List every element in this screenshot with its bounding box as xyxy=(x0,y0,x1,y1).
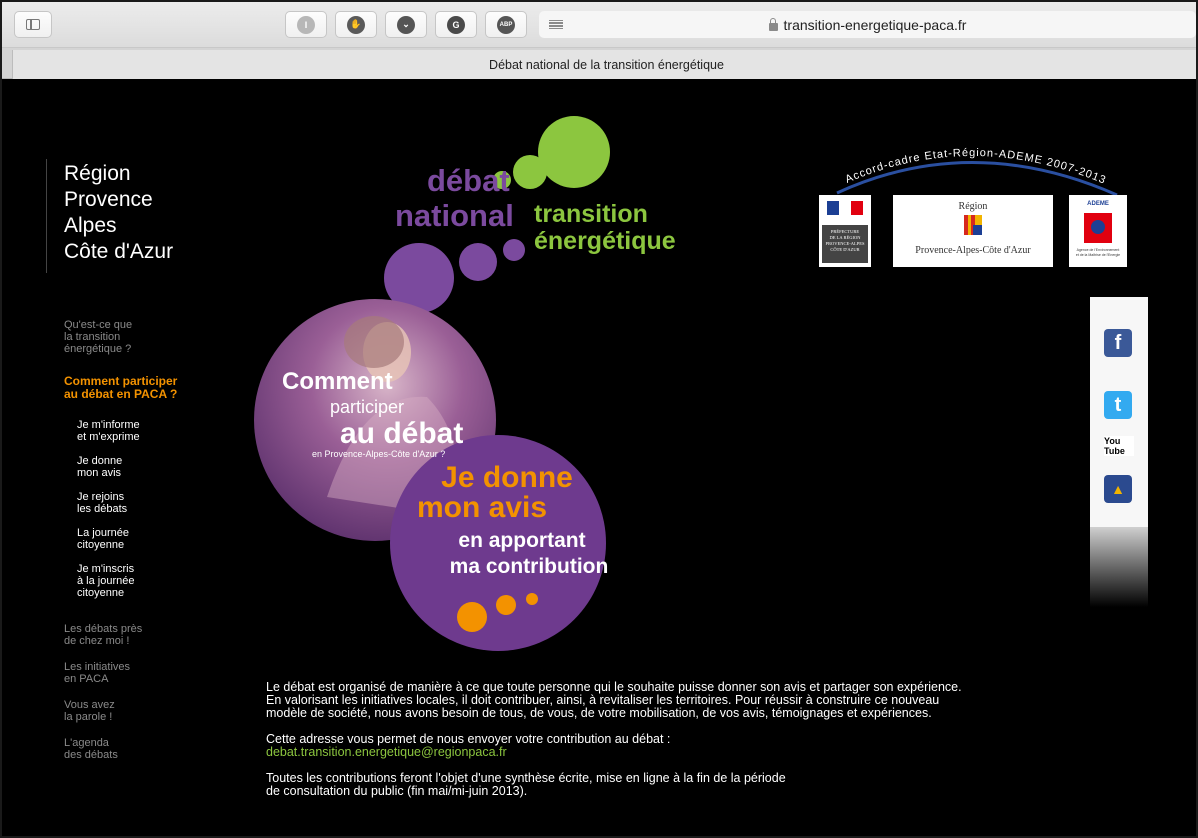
facebook-icon[interactable]: f xyxy=(1104,329,1132,357)
side-navigation: Qu'est-ce que la transition énergétique … xyxy=(64,319,224,761)
logo-word-debat: débat xyxy=(427,163,510,198)
grammarly-button[interactable]: G xyxy=(435,11,477,38)
divider xyxy=(46,159,47,273)
hero-line-je-donne: Je donne xyxy=(441,461,573,494)
hero-line-en-apportant: en apportant xyxy=(458,529,585,552)
nav-item[interactable]: L'agenda des débats xyxy=(64,737,224,761)
nav-item[interactable]: Je m'informe et m'exprime xyxy=(64,419,224,443)
pocket-icon: ⌄ xyxy=(397,15,415,34)
privacy-badger-icon: ✋ xyxy=(347,15,365,34)
instapaper-icon: I xyxy=(297,15,315,34)
contact-paragraph: Cette adresse vous permet de nous envoye… xyxy=(266,733,1066,759)
hero-orange-dot xyxy=(526,593,538,605)
debat-national-logo: débat national transition énergétique xyxy=(384,116,676,313)
contact-intro: Cette adresse vous permet de nous envoye… xyxy=(266,732,671,746)
partners-svg: Accord-cadre Etat-Région-ADEME 2007-2013… xyxy=(819,147,1127,267)
sidebar-icon xyxy=(26,19,40,30)
ademe-label: ADEME xyxy=(1087,201,1109,207)
logo-word-national: national xyxy=(395,198,514,233)
hero-line-mon-avis: mon avis xyxy=(417,491,547,524)
partners-arc-text: Accord-cadre Etat-Région-ADEME 2007-2013 xyxy=(844,147,1108,187)
web-page: Région Provence Alpes Côte d'Azur Qu'est… xyxy=(2,79,1196,836)
nav-item[interactable]: La journée citoyenne xyxy=(64,527,224,551)
nav-item[interactable]: Qu'est-ce que la transition énergétique … xyxy=(64,319,224,355)
logo-word-transition: transition xyxy=(534,200,648,228)
logo-circle xyxy=(513,155,547,189)
nav-item[interactable]: Comment participer au débat en PACA ? xyxy=(64,375,224,401)
hero-line-region: en Provence-Alpes-Côte d'Azur ? xyxy=(312,449,445,459)
prefecture-text-3: PROVENCE-ALPES xyxy=(825,241,865,246)
region-label: Région xyxy=(959,201,988,212)
ademe-caption-1: Agence de l'Environnement xyxy=(1077,248,1120,252)
grammarly-icon: G xyxy=(447,15,465,34)
svg-text:Accord-cadre Etat-Région-ADEME: Accord-cadre Etat-Région-ADEME 2007-2013 xyxy=(844,147,1109,187)
hero-person-hair xyxy=(344,316,404,368)
address-bar[interactable]: transition-energetique-paca.fr xyxy=(539,11,1196,38)
tab-bar: Débat national de la transition énergéti… xyxy=(2,48,1196,79)
nav-item[interactable]: Les initiatives en PACA xyxy=(64,661,224,685)
hero-line-participer: participer xyxy=(330,397,404,417)
prefecture-text-2: DE LA RÉGION xyxy=(830,235,862,240)
nav-item[interactable]: Je rejoins les débats xyxy=(64,491,224,515)
intro-paragraph: Le débat est organisé de manière à ce qu… xyxy=(266,680,962,720)
browser-window: I ✋ ⌄ G ABP transition-energetique-paca.fr D… xyxy=(0,0,1198,838)
logo-circle xyxy=(538,116,610,188)
content-text: Le débat est organisé de manière à ce qu… xyxy=(266,681,1066,811)
nav-item[interactable]: Vous avez la parole ! xyxy=(64,699,224,723)
email-link[interactable]: debat.transition.energetique@regionpaca.… xyxy=(266,745,507,759)
partner-logos: Accord-cadre Etat-Région-ADEME 2007-2013… xyxy=(807,133,1137,273)
privacy-badger-button[interactable]: ✋ xyxy=(335,11,377,38)
synthesis-paragraph: Toutes les contributions feront l'objet … xyxy=(266,771,786,798)
adblock-plus-button[interactable]: ABP xyxy=(485,11,527,38)
url-text: transition-energetique-paca.fr xyxy=(783,16,967,33)
dailymotion-icon[interactable]: ▲ xyxy=(1104,475,1132,503)
hero-line-contribution: ma contribution xyxy=(450,555,609,578)
sidebar-toggle-button[interactable] xyxy=(14,11,52,38)
youtube-icon[interactable]: You Tube xyxy=(1104,436,1134,456)
adblock-plus-icon: ABP xyxy=(497,15,515,34)
ademe-caption-2: et de la Maîtrise de l'Energie xyxy=(1076,253,1120,257)
tab-active[interactable]: Débat national de la transition énergéti… xyxy=(12,50,1196,79)
hero-line-au-debat: au débat xyxy=(340,417,463,450)
logo-word-energetique: énergétique xyxy=(534,227,676,255)
instapaper-button[interactable]: I xyxy=(285,11,327,38)
twitter-icon[interactable]: t xyxy=(1104,391,1132,419)
nav-item[interactable]: Je donne mon avis xyxy=(64,455,224,479)
pocket-button[interactable]: ⌄ xyxy=(385,11,427,38)
region-name: Provence-Alpes-Côte d'Azur xyxy=(915,245,1031,256)
hero-orange-dot xyxy=(457,602,487,632)
region-logo-text[interactable]: Région Provence Alpes Côte d'Azur xyxy=(64,161,173,265)
nav-item[interactable]: Les débats près de chez moi ! xyxy=(64,623,224,647)
prefecture-text-1: PRÉFECTURE xyxy=(831,229,860,234)
logo-circle xyxy=(459,243,497,281)
logo-circle xyxy=(503,239,525,261)
nav-item[interactable]: Je m'inscris à la journée citoyenne xyxy=(64,563,224,599)
hero-orange-dot xyxy=(496,595,516,615)
hero-graphic[interactable]: Comment participer au débat en Provence-… xyxy=(252,297,612,657)
social-links: f t You Tube ▲ xyxy=(1090,297,1148,607)
prefecture-text-4: CÔTE D'AZUR xyxy=(830,247,859,252)
tab-title: Débat national de la transition énergéti… xyxy=(489,57,724,72)
lock-icon xyxy=(768,17,778,31)
browser-toolbar: I ✋ ⌄ G ABP transition-energetique-paca.fr xyxy=(2,2,1196,48)
hero-line-comment: Comment xyxy=(282,368,393,395)
